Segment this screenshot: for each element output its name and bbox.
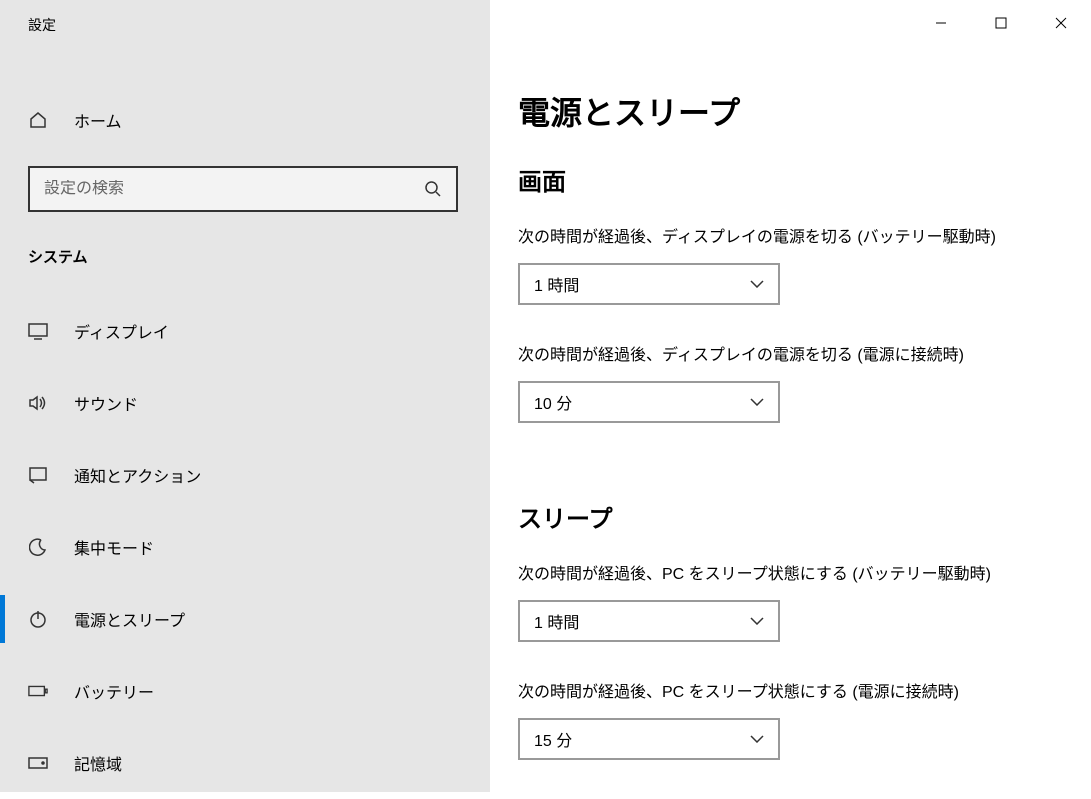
sidebar-item-notifications[interactable]: 通知とアクション — [0, 439, 490, 511]
dropdown-value: 1 時間 — [534, 272, 579, 296]
page-title: 電源とスリープ — [518, 88, 1091, 134]
sidebar-item-label: 記憶域 — [74, 751, 122, 775]
chevron-down-icon — [750, 735, 764, 743]
sidebar-item-sound[interactable]: サウンド — [0, 367, 490, 439]
nav-list: ディスプレイ サウンド 通知とアクション — [0, 295, 490, 799]
minimize-button[interactable] — [911, 0, 971, 46]
sidebar-item-focus[interactable]: 集中モード — [0, 511, 490, 583]
dropdown-value: 10 分 — [534, 390, 572, 414]
sidebar-item-label: バッテリー — [74, 679, 154, 703]
setting-label: 次の時間が経過後、ディスプレイの電源を切る (電源に接続時) — [518, 341, 1091, 365]
search-box[interactable] — [28, 166, 458, 212]
section-sleep-title: スリープ — [518, 499, 1091, 534]
setting-label: 次の時間が経過後、PC をスリープ状態にする (バッテリー駆動時) — [518, 560, 1091, 584]
main-content: 電源とスリープ 画面 次の時間が経過後、ディスプレイの電源を切る (バッテリー駆… — [490, 0, 1091, 792]
dropdown-value: 1 時間 — [534, 609, 579, 633]
monitor-icon — [28, 322, 48, 340]
chevron-down-icon — [750, 398, 764, 406]
dropdown-value: 15 分 — [534, 727, 572, 751]
dropdown-screen-battery[interactable]: 1 時間 — [518, 263, 780, 305]
search-icon — [424, 180, 442, 198]
dropdown-sleep-plugged[interactable]: 15 分 — [518, 718, 780, 760]
setting-label: 次の時間が経過後、PC をスリープ状態にする (電源に接続時) — [518, 678, 1091, 702]
sidebar-item-label: 集中モード — [74, 535, 154, 559]
category-label: システム — [0, 246, 490, 267]
notification-icon — [28, 466, 48, 484]
search-container — [0, 166, 490, 212]
chevron-down-icon — [750, 280, 764, 288]
sidebar-item-label: サウンド — [74, 391, 138, 415]
dropdown-sleep-battery[interactable]: 1 時間 — [518, 600, 780, 642]
close-button[interactable] — [1031, 0, 1091, 46]
battery-icon — [28, 684, 48, 698]
window-controls — [911, 0, 1091, 46]
sidebar: 設定 ホーム システム ディスプレイ — [0, 0, 490, 792]
sidebar-item-power-sleep[interactable]: 電源とスリープ — [0, 583, 490, 655]
dropdown-screen-plugged[interactable]: 10 分 — [518, 381, 780, 423]
section-screen-title: 画面 — [518, 162, 1091, 197]
maximize-button[interactable] — [971, 0, 1031, 46]
sidebar-item-battery[interactable]: バッテリー — [0, 655, 490, 727]
setting-screen-battery: 次の時間が経過後、ディスプレイの電源を切る (バッテリー駆動時) 1 時間 — [518, 223, 1091, 305]
sound-icon — [28, 394, 48, 412]
home-label: ホーム — [74, 108, 122, 132]
setting-sleep-plugged: 次の時間が経過後、PC をスリープ状態にする (電源に接続時) 15 分 — [518, 678, 1091, 760]
storage-icon — [28, 756, 48, 770]
sidebar-item-storage[interactable]: 記憶域 — [0, 727, 490, 799]
chevron-down-icon — [750, 617, 764, 625]
search-input[interactable] — [44, 180, 424, 198]
sidebar-item-label: ディスプレイ — [74, 319, 169, 343]
sidebar-item-label: 通知とアクション — [74, 463, 201, 487]
sidebar-item-label: 電源とスリープ — [74, 607, 185, 631]
moon-icon — [28, 538, 48, 556]
home-icon — [28, 110, 48, 130]
power-icon — [28, 610, 48, 628]
window-title: 設定 — [0, 0, 490, 50]
home-nav[interactable]: ホーム — [0, 90, 490, 150]
setting-screen-plugged: 次の時間が経過後、ディスプレイの電源を切る (電源に接続時) 10 分 — [518, 341, 1091, 423]
sidebar-item-display[interactable]: ディスプレイ — [0, 295, 490, 367]
setting-label: 次の時間が経過後、ディスプレイの電源を切る (バッテリー駆動時) — [518, 223, 1091, 247]
setting-sleep-battery: 次の時間が経過後、PC をスリープ状態にする (バッテリー駆動時) 1 時間 — [518, 560, 1091, 642]
